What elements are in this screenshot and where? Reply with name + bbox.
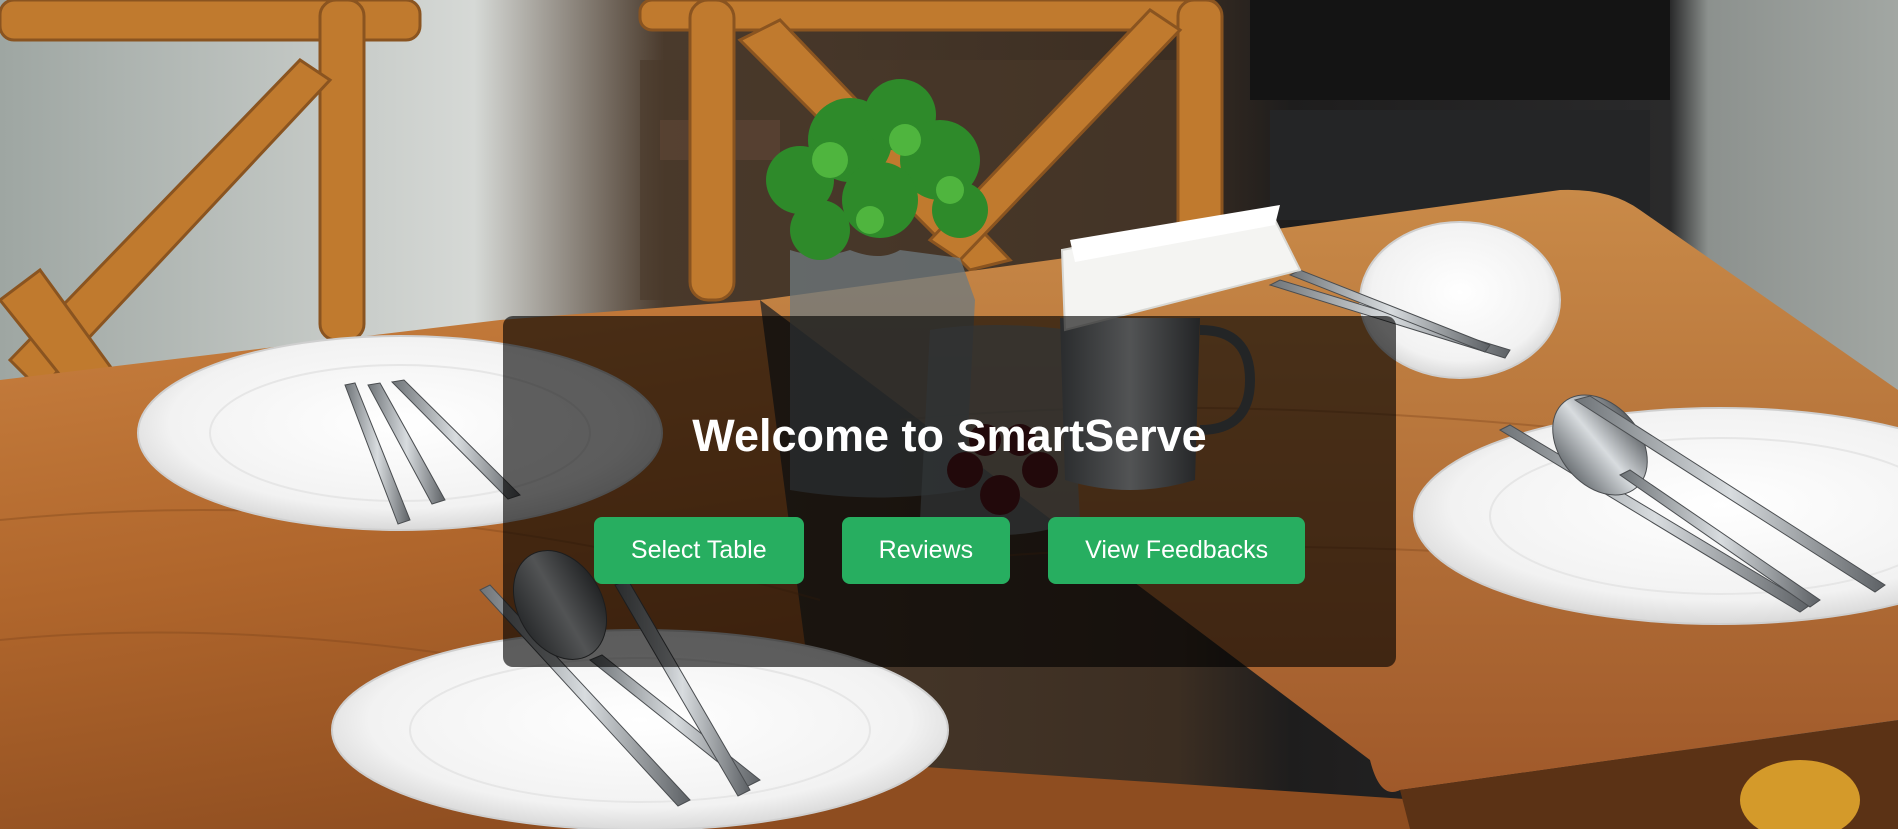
page-title: Welcome to SmartServe: [692, 410, 1207, 461]
view-feedbacks-button[interactable]: View Feedbacks: [1048, 517, 1306, 584]
welcome-panel: Welcome to SmartServe Select Table Revie…: [503, 316, 1396, 667]
action-buttons: Select Table Reviews View Feedbacks: [503, 517, 1396, 584]
page-root: Welcome to SmartServe Select Table Revie…: [0, 0, 1898, 829]
reviews-button[interactable]: Reviews: [841, 517, 1011, 584]
select-table-button[interactable]: Select Table: [593, 517, 804, 584]
